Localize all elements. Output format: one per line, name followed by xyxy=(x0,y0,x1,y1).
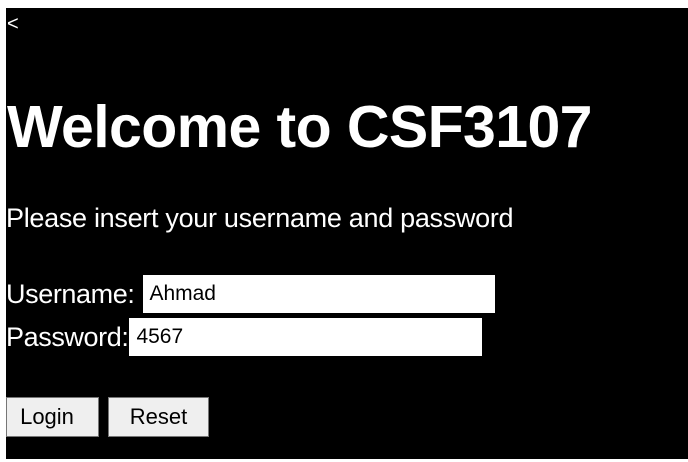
username-row: Username: xyxy=(6,274,496,314)
back-link[interactable]: < xyxy=(7,14,19,34)
login-page: < Welcome to CSF3107 Please insert your … xyxy=(6,8,688,459)
login-button[interactable]: Login xyxy=(6,397,99,437)
username-input[interactable] xyxy=(143,275,496,313)
form-buttons: Login Reset xyxy=(6,397,209,437)
instructions-text: Please insert your username and password xyxy=(6,203,514,233)
password-input[interactable] xyxy=(129,318,483,356)
page-title: Welcome to CSF3107 xyxy=(7,94,592,160)
reset-button[interactable]: Reset xyxy=(108,397,209,437)
password-row: Password: xyxy=(6,317,483,357)
username-label: Username: xyxy=(6,279,135,309)
password-label: Password: xyxy=(6,322,129,352)
